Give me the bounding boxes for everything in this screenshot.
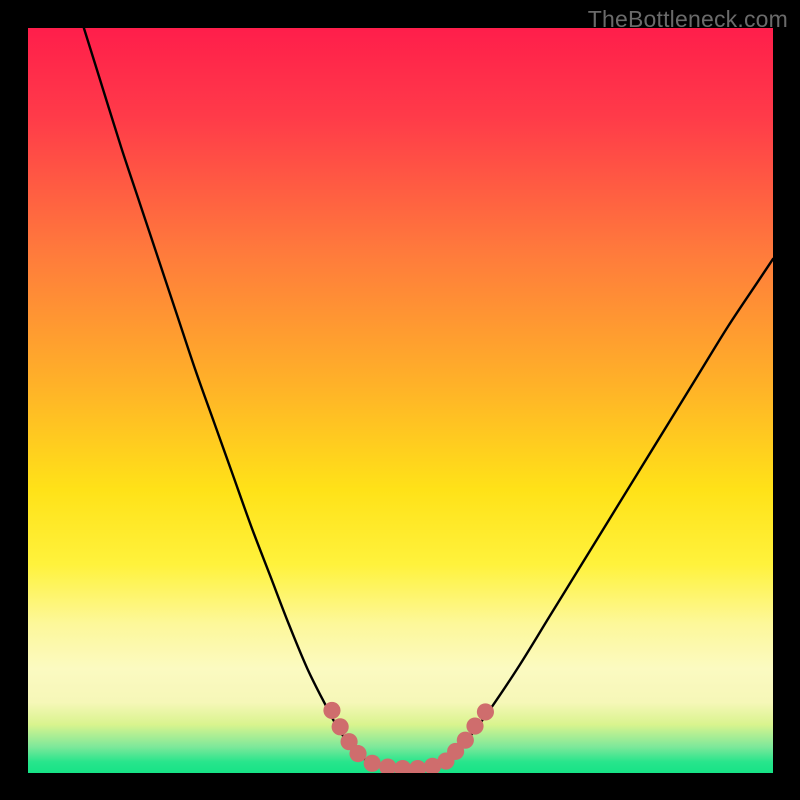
bottleneck-chart [28,28,773,773]
valley-marker [323,702,340,719]
watermark-text: TheBottleneck.com [588,6,788,33]
gradient-background [28,28,773,773]
valley-marker [477,703,494,720]
stage: TheBottleneck.com [0,0,800,800]
valley-marker [349,745,366,762]
valley-marker [466,718,483,735]
valley-marker [457,732,474,749]
valley-marker [364,755,381,772]
valley-marker [332,718,349,735]
chart-svg [28,28,773,773]
